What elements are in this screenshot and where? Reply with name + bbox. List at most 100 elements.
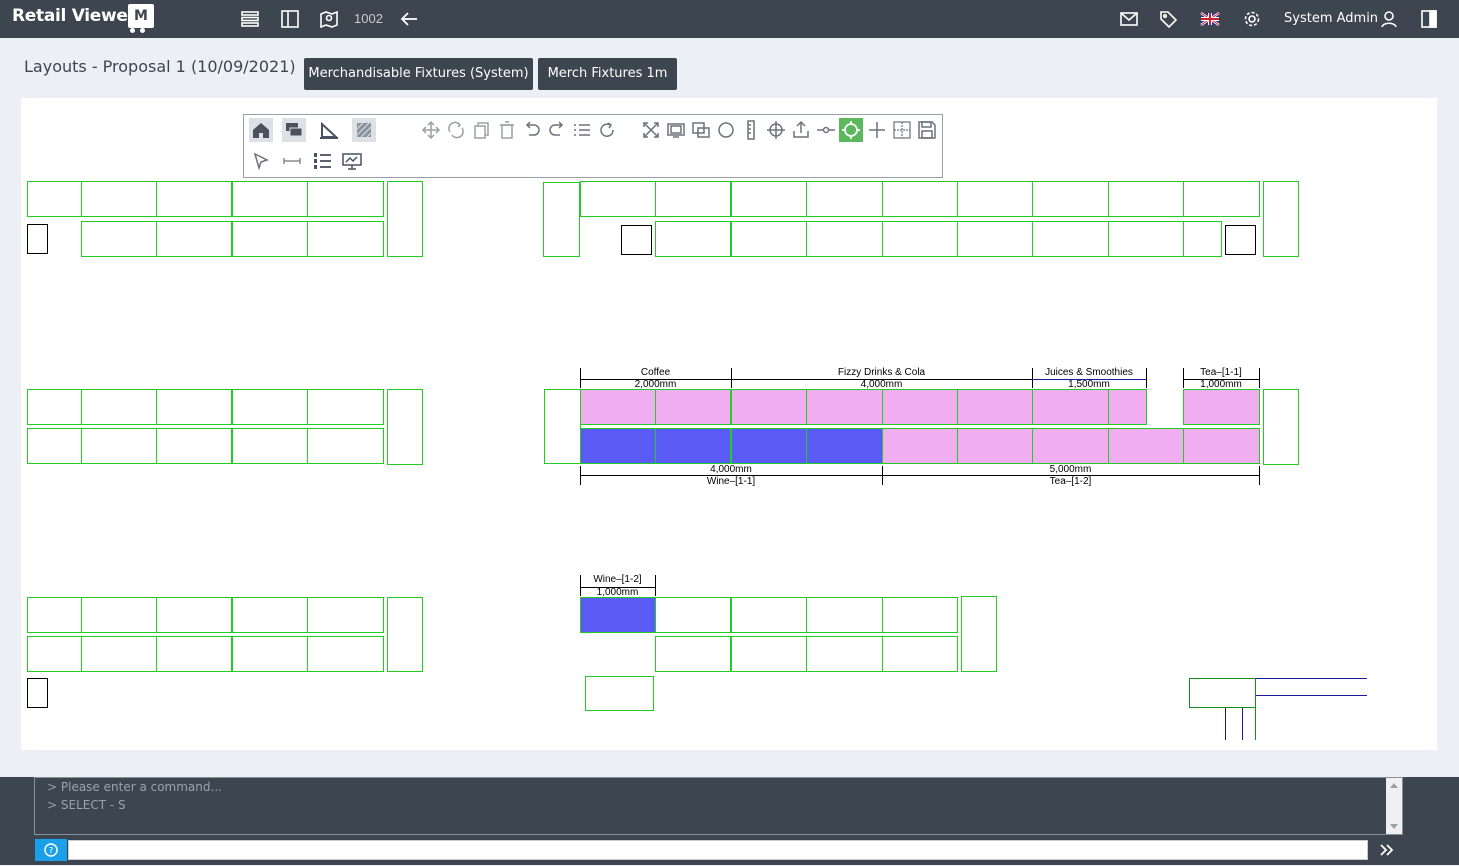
- side-panel-icon[interactable]: [1418, 8, 1440, 30]
- end-cap[interactable]: [961, 596, 997, 672]
- fixture-bay[interactable]: [27, 636, 82, 672]
- fixture-bay[interactable]: [156, 597, 232, 633]
- snap-icon[interactable]: [839, 118, 863, 142]
- fixture-bay-fizzy-drinks[interactable]: [882, 389, 958, 425]
- fixture-bay[interactable]: [27, 428, 82, 464]
- fixture-bay-fizzy-drinks[interactable]: [957, 389, 1033, 425]
- fixture-bay[interactable]: [156, 636, 232, 672]
- move-icon[interactable]: [419, 118, 443, 142]
- end-cap[interactable]: [387, 181, 423, 257]
- fixture-bay[interactable]: [731, 636, 807, 672]
- screen-icon[interactable]: [664, 118, 688, 142]
- comments-icon[interactable]: [282, 118, 306, 142]
- merch-fixtures-1m-button[interactable]: Merch Fixtures 1m: [538, 58, 677, 90]
- app-logo[interactable]: Retail Viewer: [12, 6, 136, 26]
- merchandisable-fixtures-system-button[interactable]: Merchandisable Fixtures (System): [304, 58, 533, 90]
- fixture-bay-juices[interactable]: [1108, 389, 1147, 425]
- fixture-bay[interactable]: [1183, 181, 1260, 217]
- fixture-bay[interactable]: [81, 428, 157, 464]
- fixture-bay[interactable]: [585, 676, 654, 711]
- fixture-bay[interactable]: [882, 181, 958, 217]
- fixture-bay-tea[interactable]: [957, 428, 1033, 464]
- fixture-bay[interactable]: [307, 597, 384, 633]
- back-arrow-icon[interactable]: [398, 8, 420, 30]
- end-cap[interactable]: [544, 389, 581, 464]
- circle-icon[interactable]: [714, 118, 738, 142]
- fixture-bay[interactable]: [655, 636, 731, 672]
- fixture-bay-coffee[interactable]: [655, 389, 731, 425]
- fixture-bay-tea[interactable]: [1108, 428, 1184, 464]
- pointer-icon[interactable]: [249, 149, 273, 173]
- command-input[interactable]: [68, 840, 1368, 860]
- fixture-bay-fizzy-drinks[interactable]: [731, 389, 807, 425]
- fit-screen-icon[interactable]: [639, 118, 663, 142]
- rotate-icon[interactable]: [444, 118, 468, 142]
- end-cap[interactable]: [387, 597, 423, 672]
- checkout-unit[interactable]: [27, 224, 48, 254]
- fixture-bay[interactable]: [1108, 221, 1184, 257]
- mail-icon[interactable]: [1118, 8, 1140, 30]
- fixture-bay[interactable]: [307, 636, 384, 672]
- fixture-bay[interactable]: [957, 181, 1033, 217]
- line-point-icon[interactable]: [814, 118, 838, 142]
- duplicate-icon[interactable]: [689, 118, 713, 142]
- fixture-bay[interactable]: [307, 389, 384, 425]
- fixture-bay[interactable]: [1032, 221, 1109, 257]
- fixture-bay[interactable]: [1108, 181, 1184, 217]
- menu-icon[interactable]: [239, 8, 261, 30]
- set-square-icon[interactable]: [317, 118, 341, 142]
- fixture-bay-wine[interactable]: [655, 428, 731, 464]
- fixture-bay-tea[interactable]: [882, 428, 958, 464]
- fixture-bay-wine[interactable]: [806, 428, 883, 464]
- ruler-icon[interactable]: [739, 118, 763, 142]
- export-icon[interactable]: [789, 118, 813, 142]
- redo-icon[interactable]: [545, 118, 569, 142]
- user-name[interactable]: System Admin: [1284, 11, 1378, 26]
- save-icon[interactable]: [915, 118, 939, 142]
- fixture-bay[interactable]: [307, 221, 384, 257]
- fixture-bay[interactable]: [232, 597, 308, 633]
- fixture-bay[interactable]: [957, 221, 1033, 257]
- store-map-icon[interactable]: [318, 8, 340, 30]
- fixture-bay-juices[interactable]: [1032, 389, 1109, 425]
- end-cap[interactable]: [1263, 389, 1299, 465]
- fixture-bay-fizzy-drinks[interactable]: [806, 389, 883, 425]
- fixture-bay[interactable]: [81, 389, 157, 425]
- fixture-bay[interactable]: [156, 221, 232, 257]
- hatch-icon[interactable]: [352, 118, 376, 142]
- fixture-bay[interactable]: [882, 636, 958, 672]
- checkout-unit[interactable]: [1225, 225, 1256, 255]
- fixture-bay[interactable]: [307, 181, 384, 217]
- fixture-bay[interactable]: [156, 389, 232, 425]
- home-icon[interactable]: [249, 118, 273, 142]
- fixture-bay[interactable]: [81, 597, 157, 633]
- fixture-bay[interactable]: [232, 389, 308, 425]
- fixture-bay[interactable]: [81, 636, 157, 672]
- fixture-bay[interactable]: [232, 428, 308, 464]
- end-cap[interactable]: [543, 182, 580, 257]
- command-log-scrollbar[interactable]: [1386, 778, 1402, 834]
- fixture-bay[interactable]: [806, 181, 883, 217]
- command-log[interactable]: > Please enter a command... > SELECT - S: [34, 777, 1403, 835]
- fixture-bay[interactable]: [580, 181, 656, 217]
- tag-icon[interactable]: [1157, 8, 1179, 30]
- fixture-bay-wine[interactable]: [580, 428, 656, 464]
- fixture-bay[interactable]: [882, 597, 958, 633]
- fixture-bay-tea[interactable]: [1183, 428, 1260, 464]
- fixture-bay[interactable]: [307, 428, 384, 464]
- user-icon[interactable]: [1378, 8, 1400, 30]
- crosshair-icon[interactable]: [764, 118, 788, 142]
- list-icon[interactable]: [570, 118, 594, 142]
- fixture-bay-tea[interactable]: [1183, 389, 1260, 425]
- fixture-bay[interactable]: [806, 597, 883, 633]
- fixture-bay[interactable]: [731, 181, 807, 217]
- gear-icon[interactable]: [1241, 8, 1263, 30]
- measure-icon[interactable]: [280, 149, 304, 173]
- fixture-bay[interactable]: [232, 221, 308, 257]
- fixture-bay-wine[interactable]: [731, 428, 807, 464]
- fixture-bay[interactable]: [81, 181, 157, 217]
- fixture-bay[interactable]: [882, 221, 958, 257]
- fixture-bay[interactable]: [156, 428, 232, 464]
- fixture-bay[interactable]: [806, 636, 883, 672]
- fixture-bay[interactable]: [232, 181, 308, 217]
